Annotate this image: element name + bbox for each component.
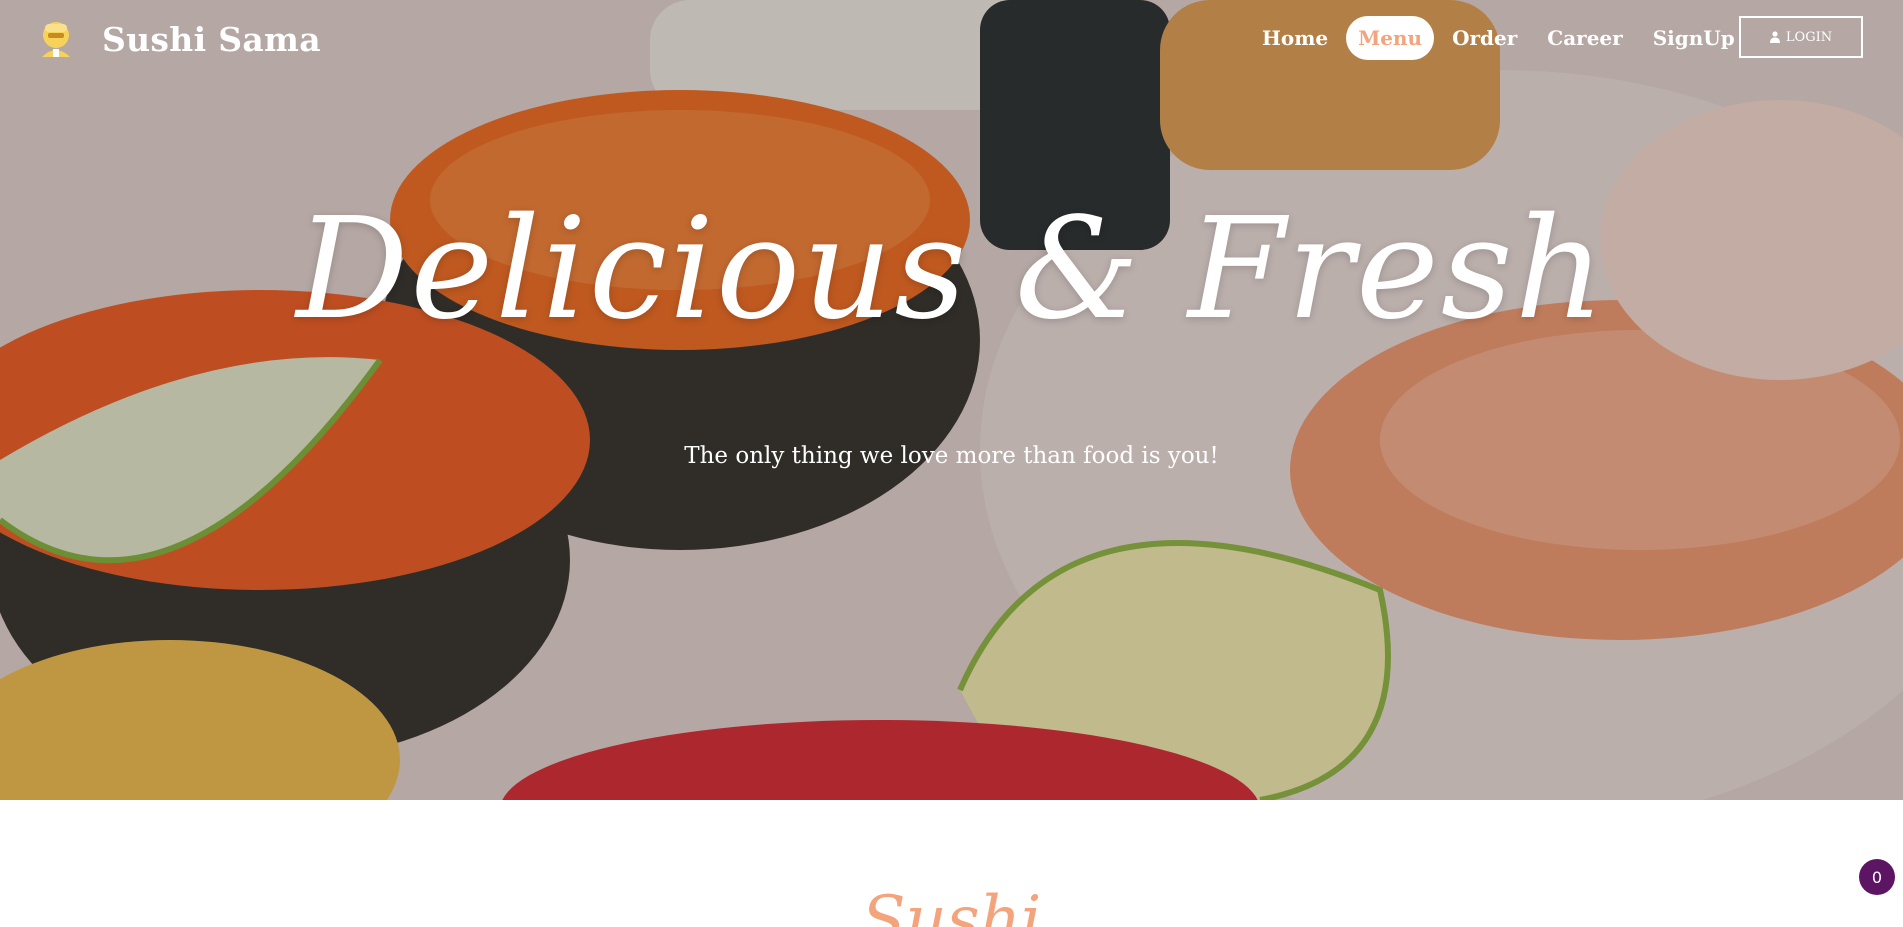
navbar: Sushi Sama Home Menu Order Career SignUp… xyxy=(0,0,1903,78)
nav-link-menu[interactable]: Menu xyxy=(1346,16,1435,60)
brand-name: Sushi Sama xyxy=(102,19,321,59)
login-button[interactable]: LOGIN xyxy=(1739,16,1863,58)
brand[interactable]: Sushi Sama xyxy=(36,16,321,62)
login-label: LOGIN xyxy=(1785,29,1833,45)
section-heading: Sushi xyxy=(861,883,1042,927)
page: Sushi Sama Home Menu Order Career SignUp… xyxy=(0,0,1903,927)
nav-link-home[interactable]: Home xyxy=(1250,16,1340,60)
hero-subtitle: The only thing we love more than food is… xyxy=(684,443,1219,469)
hero-title: Delicious & Fresh xyxy=(296,188,1607,351)
hero-overlay xyxy=(0,0,1903,800)
nav-links: Home Menu Order Career SignUp xyxy=(1250,16,1747,60)
nav-link-career[interactable]: Career xyxy=(1535,16,1634,60)
user-icon xyxy=(1769,31,1780,43)
sushi-chef-icon xyxy=(42,22,70,57)
nav-link-order[interactable]: Order xyxy=(1440,16,1529,60)
cart-count-badge[interactable]: 0 xyxy=(1859,859,1895,895)
hero-banner: Sushi Sama Home Menu Order Career SignUp… xyxy=(0,0,1903,800)
nav-link-signup[interactable]: SignUp xyxy=(1641,16,1747,60)
